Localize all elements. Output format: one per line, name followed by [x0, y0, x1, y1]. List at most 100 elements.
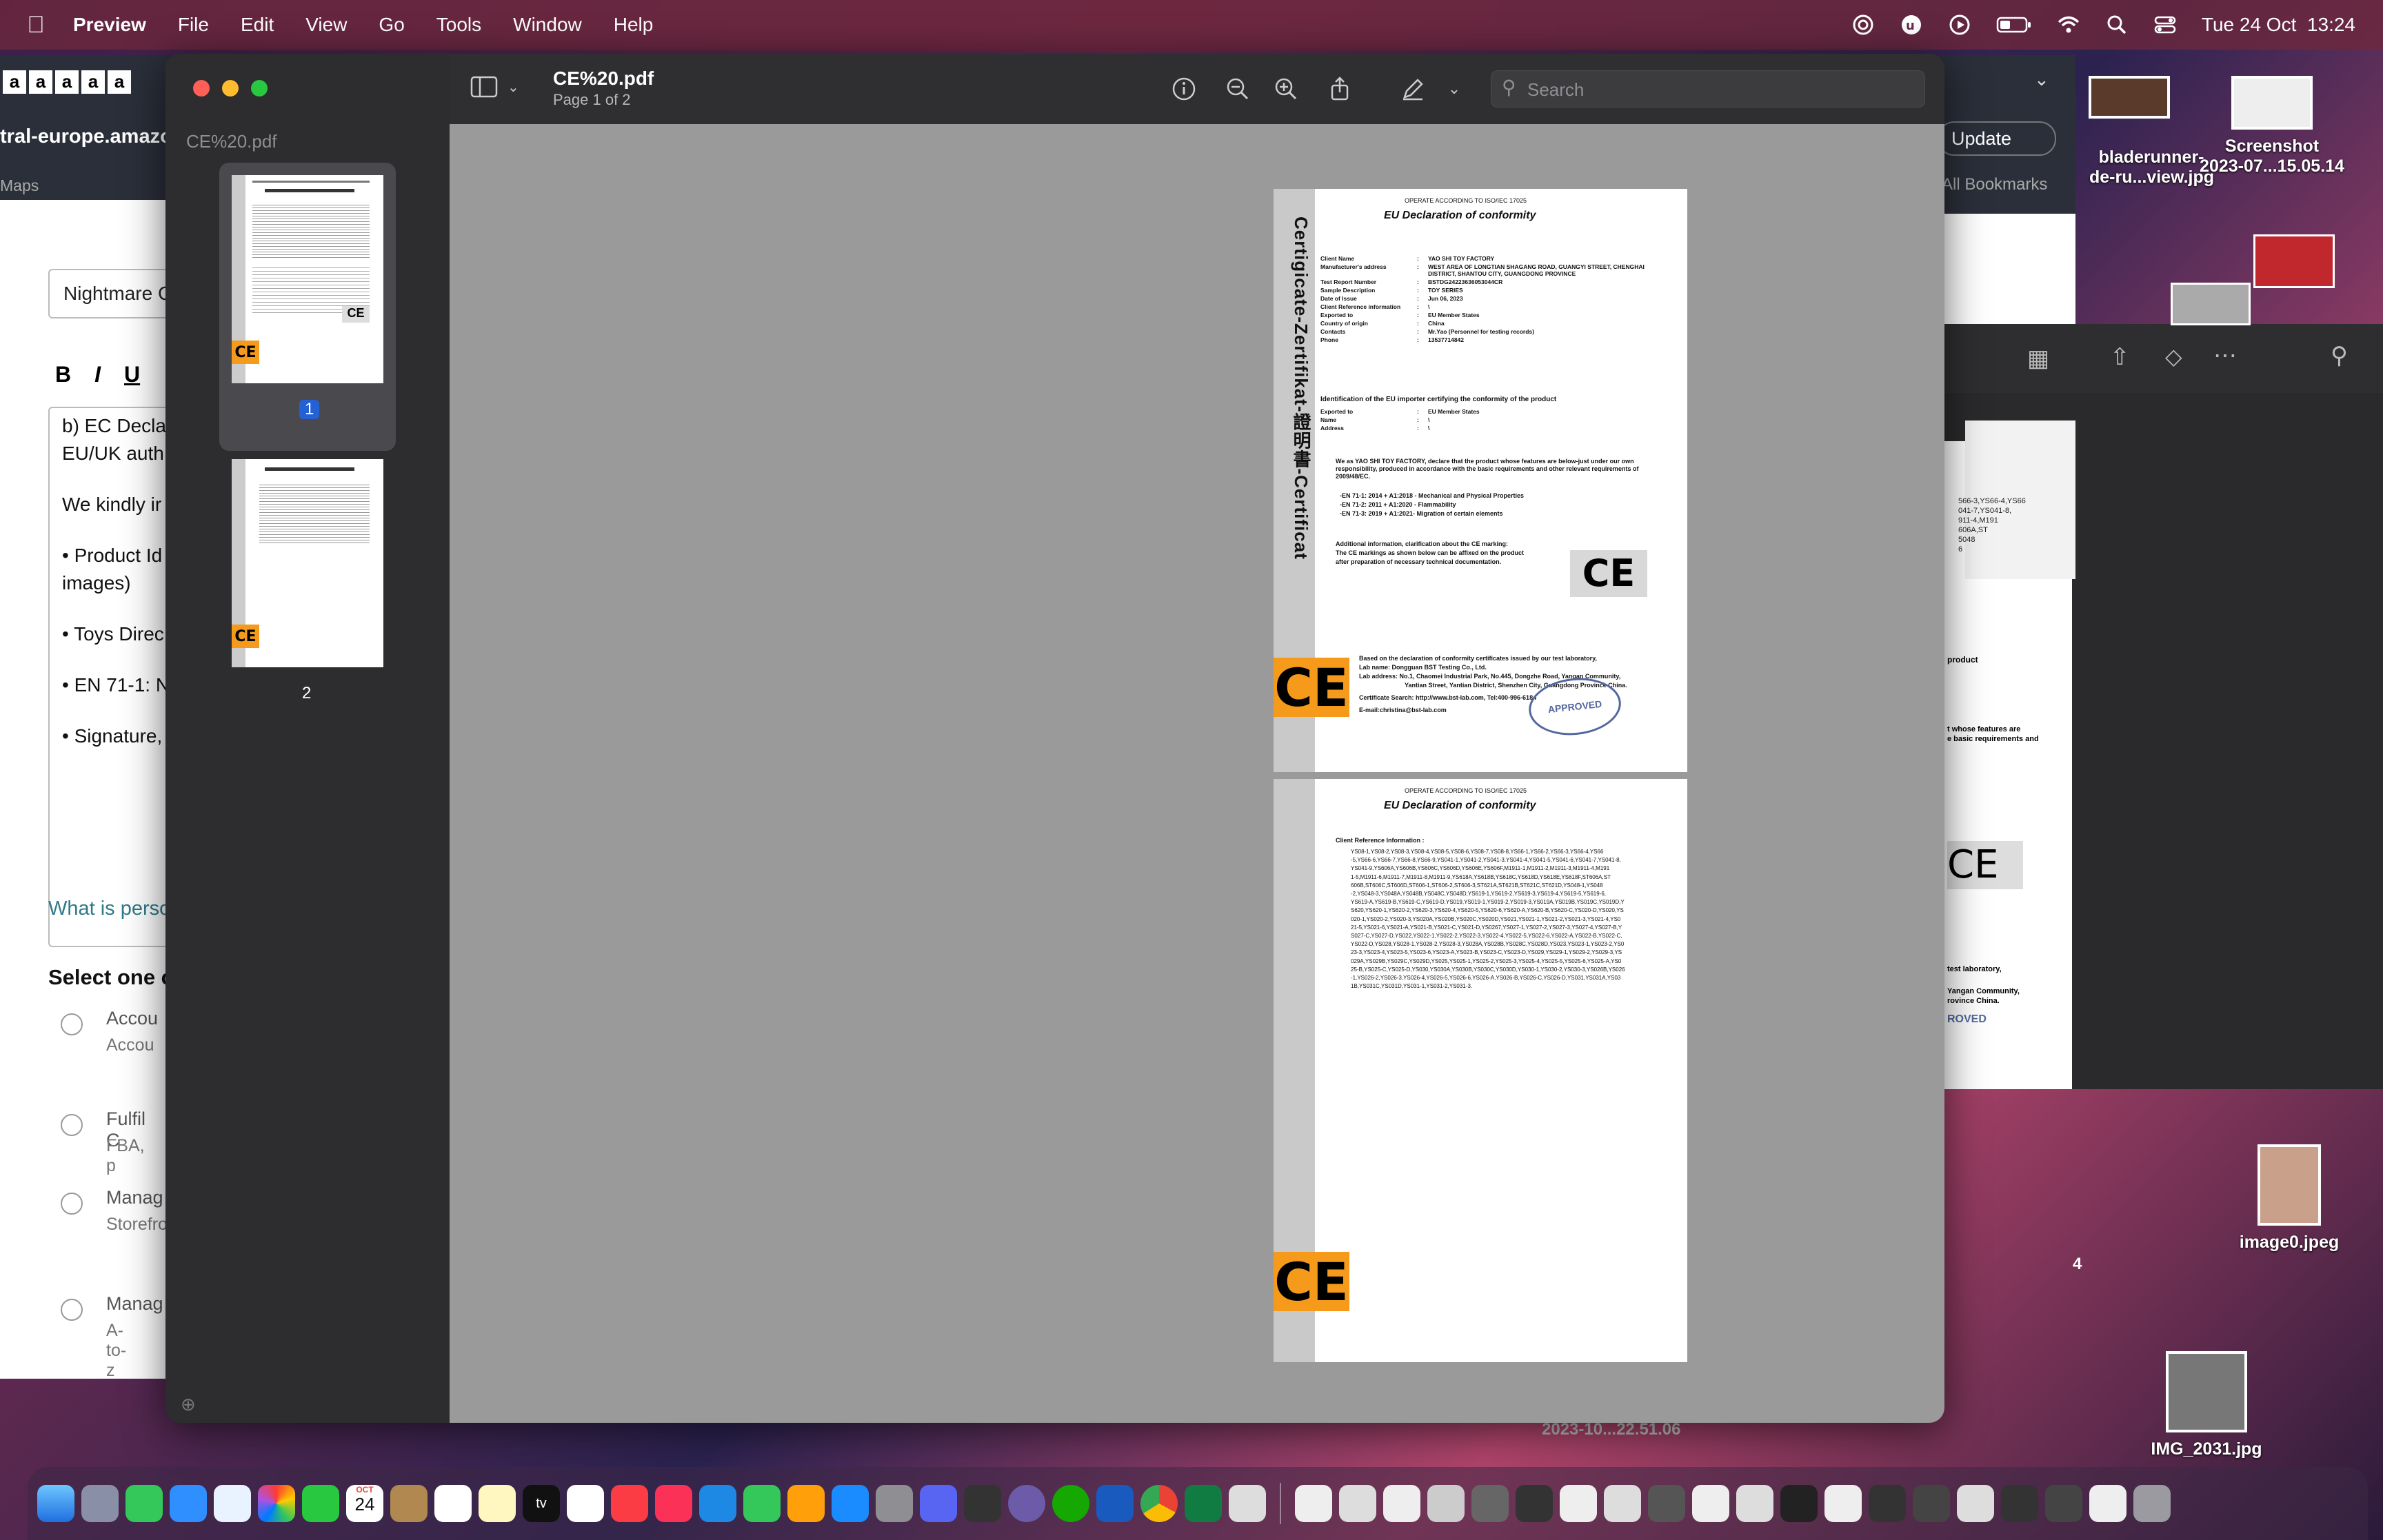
search-icon[interactable] — [2105, 13, 2129, 37]
zoom-button[interactable] — [251, 80, 268, 97]
chrome-icon[interactable] — [1140, 1485, 1178, 1522]
spiral-app-icon[interactable] — [1851, 13, 1875, 37]
contacts-icon[interactable] — [390, 1485, 428, 1522]
radio-button[interactable] — [61, 1114, 83, 1136]
control-center-icon[interactable] — [2153, 13, 2177, 37]
pages-icon[interactable] — [787, 1485, 825, 1522]
menu-tools[interactable]: Tools — [436, 14, 481, 36]
menu-file[interactable]: File — [178, 14, 209, 36]
recent-file-icon[interactable] — [1516, 1485, 1553, 1522]
facetime-icon[interactable] — [302, 1485, 339, 1522]
title-input[interactable]: Nightmare C — [48, 269, 179, 318]
recent-file-icon[interactable] — [1560, 1485, 1597, 1522]
radio-button[interactable] — [61, 1013, 83, 1035]
recent-file-icon[interactable] — [1736, 1485, 1773, 1522]
update-button[interactable]: Update — [1938, 121, 2056, 156]
sidebar-toggle-icon[interactable] — [470, 76, 498, 98]
preview-icon[interactable] — [1229, 1485, 1266, 1522]
share-icon[interactable]: ⇧ — [2110, 343, 2130, 371]
desktop-file[interactable]: Screenshot 2023-07...15.05.14 — [2186, 76, 2358, 176]
launchpad-icon[interactable] — [81, 1485, 119, 1522]
reminders-icon[interactable] — [434, 1485, 472, 1522]
recent-file-icon[interactable] — [2045, 1485, 2082, 1522]
photos-icon[interactable] — [258, 1485, 295, 1522]
play-icon[interactable] — [1948, 13, 1971, 37]
menu-window[interactable]: Window — [513, 14, 582, 36]
battery-icon[interactable] — [1996, 13, 2032, 37]
document-canvas[interactable]: Certigicate-Zertifikat-證明書-Certificat CE… — [450, 124, 1944, 1423]
zoom-out-icon[interactable] — [1220, 72, 1255, 106]
message-editor[interactable]: b) EC Decla EU/UK auth We kindly ir • Pr… — [48, 407, 179, 947]
recent-file-icon[interactable] — [1913, 1485, 1950, 1522]
appstore-icon[interactable] — [832, 1485, 869, 1522]
upwork-icon[interactable]: u — [1900, 13, 1923, 37]
chevron-down-icon[interactable]: ⌄ — [507, 79, 519, 96]
recent-file-icon[interactable] — [2001, 1485, 2038, 1522]
info-icon[interactable] — [1167, 72, 1201, 106]
recent-file-icon[interactable] — [1648, 1485, 1685, 1522]
recent-file-icon[interactable] — [1780, 1485, 1818, 1522]
trash-icon[interactable] — [2133, 1485, 2171, 1522]
notes-icon[interactable] — [479, 1485, 516, 1522]
recent-file-icon[interactable] — [1339, 1485, 1376, 1522]
terminal-icon[interactable] — [964, 1485, 1001, 1522]
amazon-favicon-row[interactable]: a a a a a — [3, 70, 131, 94]
calendar-icon[interactable]: OCT 24 — [346, 1485, 383, 1522]
spiral-app-icon[interactable] — [1008, 1485, 1045, 1522]
mail-icon[interactable] — [170, 1485, 207, 1522]
desktop-thumbnail[interactable] — [2253, 234, 2335, 288]
wifi-icon[interactable] — [2057, 13, 2080, 37]
recent-file-icon[interactable] — [1427, 1485, 1465, 1522]
recent-file-icon[interactable] — [1692, 1485, 1729, 1522]
messages-icon[interactable] — [125, 1485, 163, 1522]
menubar-clock[interactable]: Tue 24 Oct 13:24 — [2202, 14, 2355, 36]
upwork-icon[interactable] — [1052, 1485, 1089, 1522]
recent-file-icon[interactable] — [1869, 1485, 1906, 1522]
recent-file-icon[interactable] — [1824, 1485, 1862, 1522]
recent-file-icon[interactable] — [2089, 1485, 2126, 1522]
search-input[interactable]: Search — [1491, 70, 1925, 108]
grid-view-icon[interactable]: ▦ — [2027, 345, 2049, 372]
desktop-file[interactable]: IMG_2031.jpg — [2144, 1351, 2269, 1459]
add-page-icon[interactable]: ⊕ — [181, 1394, 196, 1415]
recent-file-icon[interactable] — [1471, 1485, 1509, 1522]
search-icon[interactable]: ⚲ — [2331, 342, 2348, 369]
menu-go[interactable]: Go — [379, 14, 404, 36]
excel-icon[interactable] — [1185, 1485, 1222, 1522]
desktop-file[interactable]: image0.jpeg — [2227, 1144, 2351, 1253]
chevron-down-icon[interactable]: ⌄ — [1437, 72, 1471, 106]
chevron-down-icon[interactable]: ⌄ — [2034, 69, 2049, 90]
news-icon[interactable] — [655, 1485, 692, 1522]
freeform-icon[interactable] — [567, 1485, 604, 1522]
minimize-button[interactable] — [222, 80, 239, 97]
all-bookmarks[interactable]: All Bookmarks — [1942, 175, 2047, 194]
zoom-in-icon[interactable] — [1269, 72, 1303, 106]
bookmark-maps[interactable]: Maps — [0, 176, 39, 195]
menu-edit[interactable]: Edit — [241, 14, 274, 36]
app-menu[interactable]: Preview — [73, 14, 146, 36]
underline-button[interactable]: U — [124, 362, 140, 387]
privacy-link[interactable]: What is perso — [48, 898, 170, 920]
apple-menu-icon[interactable]:  — [15, 12, 57, 39]
more-icon[interactable]: ⋯ — [2213, 342, 2237, 369]
appletv-icon[interactable]: tv — [523, 1485, 560, 1522]
discord-icon[interactable] — [920, 1485, 957, 1522]
close-button[interactable] — [193, 80, 210, 97]
page-number-1[interactable]: 1 — [299, 400, 320, 419]
desktop-thumbnail[interactable] — [2171, 283, 2251, 325]
address-bar[interactable]: tral-europe.amazo — [0, 125, 172, 148]
recent-file-icon[interactable] — [1383, 1485, 1420, 1522]
tag-icon[interactable]: ◇ — [2165, 343, 2182, 369]
share-icon[interactable] — [1323, 72, 1357, 106]
bold-button[interactable]: B — [55, 362, 71, 387]
finder-icon[interactable] — [37, 1485, 74, 1522]
settings-icon[interactable] — [876, 1485, 913, 1522]
desktop-label[interactable]: 2023-10...22.51.06 — [1542, 1420, 1681, 1439]
word-icon[interactable] — [1096, 1485, 1134, 1522]
recent-file-icon[interactable] — [1604, 1485, 1641, 1522]
menu-help[interactable]: Help — [614, 14, 654, 36]
recent-file-icon[interactable] — [1295, 1485, 1332, 1522]
page-thumbnail-2[interactable]: CE — [232, 459, 383, 667]
italic-button[interactable]: I — [94, 362, 101, 387]
radio-button[interactable] — [61, 1299, 83, 1321]
